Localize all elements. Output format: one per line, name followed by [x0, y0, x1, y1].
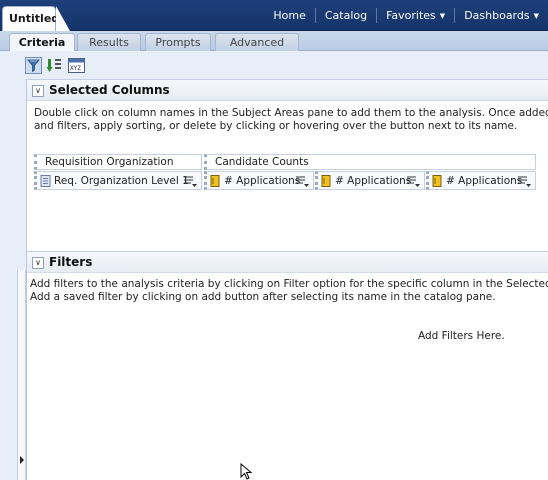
column-options-icon[interactable] — [407, 175, 421, 187]
column-options-icon[interactable] — [184, 175, 198, 187]
column-req-organization-level-1[interactable]: Req. Organization Level 1 — [34, 171, 202, 190]
tab-criteria[interactable]: Criteria — [9, 33, 75, 52]
add-filters-placeholder[interactable]: Add Filters Here. — [418, 330, 505, 342]
collapsed-side-pane[interactable] — [17, 270, 26, 480]
column-group-requisition-organization: Requisition Organization Req. Organizati… — [34, 154, 202, 192]
column-applications[interactable]: # Applications — [204, 171, 314, 190]
filters-description: Add filters to the analysis criteria by … — [30, 278, 548, 303]
chevron-down-icon: ▼ — [439, 12, 446, 20]
criteria-toolbar: XYZ — [0, 51, 548, 79]
collapse-selected-columns-button[interactable]: ∨ — [32, 85, 44, 97]
sort-button[interactable] — [46, 57, 63, 74]
measure-icon — [321, 175, 331, 187]
chevron-down-icon: ∨ — [35, 258, 41, 267]
global-nav: Home Catalog Favorites ▼ Dashboards ▼ — [264, 0, 548, 31]
column-group-header[interactable]: Candidate Counts — [204, 154, 536, 170]
column-group-header[interactable]: Requisition Organization — [34, 154, 202, 170]
column-properties-icon: XYZ — [68, 58, 85, 73]
expand-arrow-icon[interactable] — [20, 456, 24, 464]
nav-favorites-menu[interactable]: Favorites ▼ — [376, 8, 454, 23]
chevron-down-icon: ∨ — [35, 86, 41, 95]
nav-dashboards-menu[interactable]: Dashboards ▼ — [454, 8, 548, 23]
measure-icon — [432, 175, 442, 187]
measure-icon — [210, 175, 220, 187]
document-tab-edge — [56, 6, 70, 31]
show-filters-button[interactable] — [25, 57, 42, 74]
filter-icon — [27, 59, 40, 73]
document-title: Untitled — [9, 12, 60, 25]
tab-results[interactable]: Results — [77, 33, 141, 51]
nav-catalog-link[interactable]: Catalog — [314, 8, 376, 23]
column-group-candidate-counts: Candidate Counts # Applications # Applic… — [204, 154, 536, 192]
selected-columns-panel: ∨ Selected Columns Double click on colum… — [26, 79, 548, 251]
tab-prompts[interactable]: Prompts — [145, 33, 211, 51]
sort-icon — [46, 59, 61, 72]
column-applications[interactable]: # Applications — [426, 171, 536, 190]
svg-text:XYZ: XYZ — [70, 65, 81, 72]
top-nav-bar: Untitled Home Catalog Favorites ▼ Dashboa… — [0, 0, 548, 31]
selected-columns-header: ∨ Selected Columns — [27, 79, 548, 101]
collapse-filters-button[interactable]: ∨ — [32, 257, 44, 269]
column-options-icon[interactable] — [296, 175, 310, 187]
column-applications[interactable]: # Applications — [315, 171, 425, 190]
analysis-tab-bar: Criteria Results Prompts Advanced — [0, 31, 548, 52]
selected-columns-title: Selected Columns — [49, 83, 170, 97]
nav-home-link[interactable]: Home — [264, 8, 314, 23]
attribute-icon — [40, 175, 51, 187]
column-options-icon[interactable] — [518, 175, 532, 187]
chevron-down-icon: ▼ — [533, 12, 539, 20]
filters-panel: ∨ Filters Add filters to the analysis cr… — [26, 251, 548, 480]
document-tab[interactable]: Untitled — [2, 6, 60, 31]
filters-title: Filters — [49, 255, 93, 269]
filters-header: ∨ Filters — [27, 251, 548, 273]
column-properties-button[interactable]: XYZ — [68, 57, 85, 74]
mouse-cursor-icon — [240, 463, 253, 480]
selected-columns-description: Double click on column names in the Subj… — [34, 107, 548, 132]
tab-advanced[interactable]: Advanced — [215, 33, 299, 51]
